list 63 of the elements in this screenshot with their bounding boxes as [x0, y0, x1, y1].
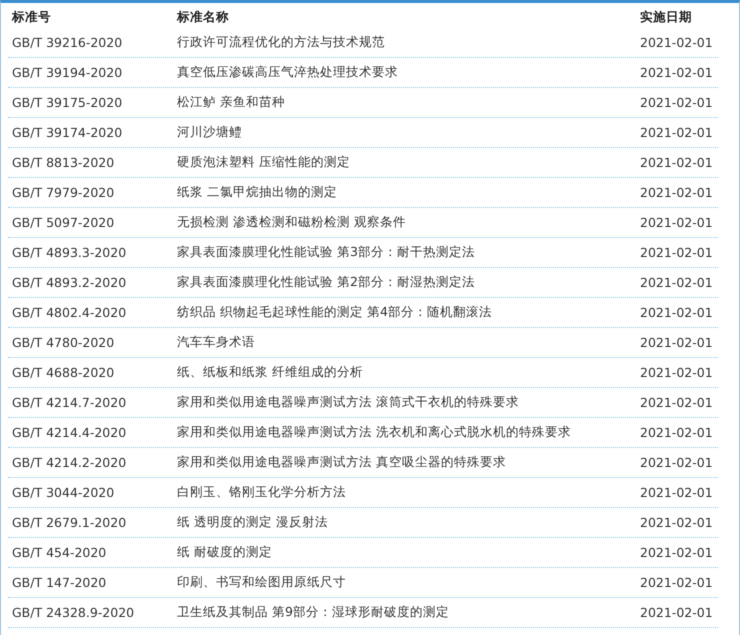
table-cell-text: 河川沙塘鳢: [177, 124, 243, 141]
table-cell-text: 纸 透明度的测定 漫反射法: [177, 514, 329, 531]
table-cell-text: 2021-02-01: [640, 605, 714, 620]
table-cell-text: 2021-02-01: [640, 95, 714, 110]
table-cell-text: 纺织品 织物起毛起球性能的测定 第4部分：随机翻滚法: [177, 304, 493, 321]
table-cell-text: 家具表面漆膜理化性能试验 第3部分：耐干热测定法: [177, 244, 476, 261]
table-cell-text: GB/T 8813-2020: [11, 155, 116, 170]
table-cell-text: GB/T 7979-2020: [11, 185, 116, 200]
table-cell-text: 2021-02-01: [640, 545, 714, 560]
table-cell-text: GB/T 39216-2020: [11, 35, 124, 50]
table-cell-text: GB/T 4214.2-2020: [11, 455, 128, 470]
table-cell-text: 真空低压渗碳高压气淬热处理技术要求: [177, 64, 399, 81]
table-cell-text: GB/T 4802.4-2020: [11, 305, 128, 320]
table-cell-text: 家具表面漆膜理化性能试验 第2部分：耐湿热测定法: [177, 274, 476, 291]
column-header: 标准号: [10, 8, 52, 26]
table-cell-text: 纸 耐破度的测定: [177, 544, 273, 561]
table-cell-text: 家用和类似用途电器噪声测试方法 真空吸尘器的特殊要求: [177, 454, 507, 471]
column-header: 实施日期: [640, 8, 693, 26]
table-cell-text: 2021-02-01: [640, 215, 714, 230]
table-cell-text: 2021-02-01: [640, 455, 714, 470]
table-cell-text: 2021-02-01: [640, 425, 714, 440]
table-cell-text: 2021-02-01: [640, 185, 714, 200]
table-cell-text: 家用和类似用途电器噪声测试方法 洗衣机和离心式脱水机的特殊要求: [177, 424, 572, 441]
table-cell-text: 松江鲈 亲鱼和苗种: [177, 94, 286, 111]
table-cell-text: 2021-02-01: [640, 305, 714, 320]
table-cell-text: GB/T 4893.3-2020: [11, 245, 128, 260]
table-cell-text: GB/T 4780-2020: [11, 335, 116, 350]
column-header: 标准名称: [177, 8, 230, 26]
table-cell-text: 白刚玉、铬刚玉化学分析方法: [177, 484, 347, 501]
table-cell-text: 2021-02-01: [640, 575, 714, 590]
table-cell-text: 2021-02-01: [640, 275, 714, 290]
table-cell-text: GB/T 4893.2-2020: [11, 275, 128, 290]
table-cell-text: GB/T 39194-2020: [11, 65, 124, 80]
table-cell-text: 2021-02-01: [640, 365, 714, 380]
table-cell-text: 汽车车身术语: [177, 334, 256, 351]
table-cell-text: 2021-02-01: [640, 395, 714, 410]
table-cell-text: GB/T 24328.9-2020: [11, 605, 136, 620]
table-cell-text: 纸浆 二氯甲烷抽出物的测定: [177, 184, 338, 201]
table-cell-text: GB/T 4214.7-2020: [11, 395, 128, 410]
table-cell-text: GB/T 454-2020: [11, 545, 108, 560]
table-cell-text: 硬质泡沫塑料 压缩性能的测定: [177, 154, 351, 171]
table-cell-text: GB/T 39174-2020: [11, 125, 124, 140]
table-cell-text: 2021-02-01: [640, 335, 714, 350]
table-cell-text: GB/T 5097-2020: [11, 215, 116, 230]
table-cell-text: GB/T 147-2020: [11, 575, 108, 590]
table-cell-text: 2021-02-01: [640, 485, 714, 500]
table-cell-text: 2021-02-01: [640, 515, 714, 530]
table-cell-text: 2021-02-01: [640, 35, 714, 50]
table-cell-text: GB/T 3044-2020: [11, 485, 116, 500]
table-cell-text: GB/T 4688-2020: [11, 365, 116, 380]
table-cell-text: 2021-02-01: [640, 155, 714, 170]
table-cell-text: 纸、纸板和纸浆 纤维组成的分析: [177, 364, 364, 381]
table-cell-text: GB/T 39175-2020: [11, 95, 124, 110]
table-cell-text: 无损检测 渗透检测和磁粉检测 观察条件: [177, 214, 407, 231]
table-cell-text: 行政许可流程优化的方法与技术规范: [177, 34, 386, 51]
table-cell-text: GB/T 4214.4-2020: [11, 425, 128, 440]
table-cell-text: 印刷、书写和绘图用原纸尺寸: [177, 574, 347, 591]
table-cell-text: 2021-02-01: [640, 245, 714, 260]
table-cell-text: 2021-02-01: [640, 65, 714, 80]
table-cell-text: GB/T 2679.1-2020: [11, 515, 128, 530]
table-cell-text: 家用和类似用途电器噪声测试方法 滚筒式干衣机的特殊要求: [177, 394, 520, 411]
table-cell-text: 2021-02-01: [640, 125, 714, 140]
table-cell-text: 卫生纸及其制品 第9部分：湿球形耐破度的测定: [177, 604, 450, 621]
